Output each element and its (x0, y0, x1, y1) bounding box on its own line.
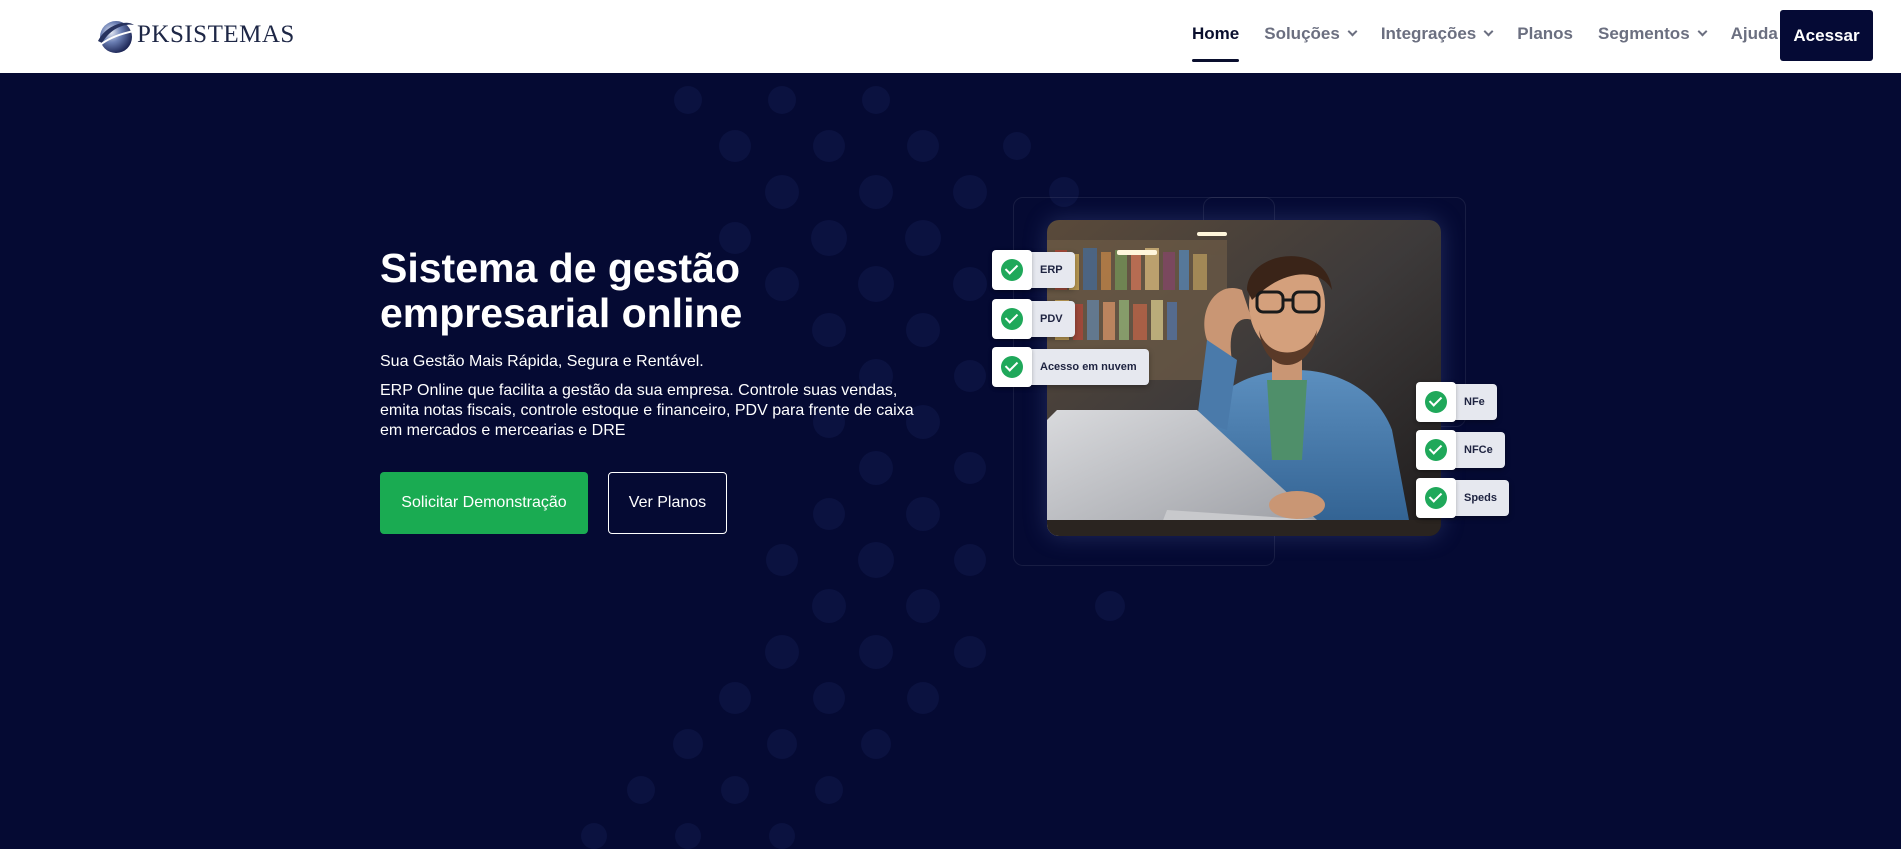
logo-swoosh-icon (96, 15, 136, 55)
view-plans-button[interactable]: Ver Planos (608, 472, 727, 534)
logo[interactable]: PKSISTEMAS (96, 13, 295, 57)
nav-item-home[interactable]: Home (1192, 22, 1240, 62)
feature-label: NFCe (1464, 444, 1493, 456)
nav-item-ajuda[interactable]: Ajuda (1731, 22, 1778, 46)
main-nav: Home Soluções Integrações Planos Segment… (1192, 22, 1803, 62)
nav-item-integracoes[interactable]: Integrações (1380, 22, 1494, 46)
feature-badge-speds: Speds (1416, 478, 1510, 518)
check-circle-icon (992, 347, 1032, 387)
nav-item-planos[interactable]: Planos (1517, 22, 1573, 46)
nav-item-label: Ajuda (1730, 24, 1778, 43)
nav-item-label: Segmentos (1598, 24, 1690, 43)
nav-item-solucoes[interactable]: Soluções (1264, 22, 1358, 46)
site-header: PKSISTEMAS Home Soluções Integrações Pla… (0, 0, 1901, 73)
feature-badge-pdv: PDV (992, 299, 1075, 339)
check-circle-icon (1416, 382, 1456, 422)
feature-label: NFe (1464, 396, 1485, 408)
logo-text: PKSISTEMAS (137, 21, 295, 48)
hero-subtitle: Sua Gestão Mais Rápida, Segura e Rentáve… (380, 353, 704, 370)
feature-badge-nfce: NFCe (1416, 430, 1505, 470)
nav-item-segmentos[interactable]: Segmentos (1598, 22, 1708, 46)
feature-badge-cloud: Acesso em nuvem (992, 347, 1149, 387)
feature-badge-erp: ERP (992, 250, 1075, 290)
chevron-down-icon (1697, 26, 1708, 37)
check-circle-icon (1416, 430, 1456, 470)
request-demo-button[interactable]: Solicitar Demonstração (380, 472, 588, 534)
nav-item-label: Home (1192, 24, 1240, 43)
check-circle-icon (992, 299, 1032, 339)
acessar-button[interactable]: Acessar (1780, 10, 1873, 61)
chevron-down-icon (1347, 26, 1358, 37)
page-bottom (0, 849, 1901, 855)
check-circle-icon (992, 250, 1032, 290)
feature-label: Acesso em nuvem (1040, 361, 1137, 373)
feature-badge-nfe: NFe (1416, 382, 1497, 422)
feature-label: ERP (1040, 264, 1063, 276)
feature-label: PDV (1040, 313, 1063, 325)
hero-section: Sistema de gestão empresarial online Sua… (0, 73, 1901, 849)
nav-item-label: Soluções (1264, 24, 1340, 43)
hero-title: Sistema de gestão empresarial online (380, 245, 743, 336)
nav-item-label: Integrações (1380, 24, 1477, 43)
hero-description: ERP Online que facilita a gestão da sua … (380, 382, 914, 439)
chevron-down-icon (1483, 26, 1494, 37)
check-circle-icon (1416, 478, 1456, 518)
nav-item-label: Planos (1517, 24, 1574, 43)
feature-label: Speds (1464, 492, 1498, 504)
dot-pattern-decoration (581, 86, 1125, 849)
